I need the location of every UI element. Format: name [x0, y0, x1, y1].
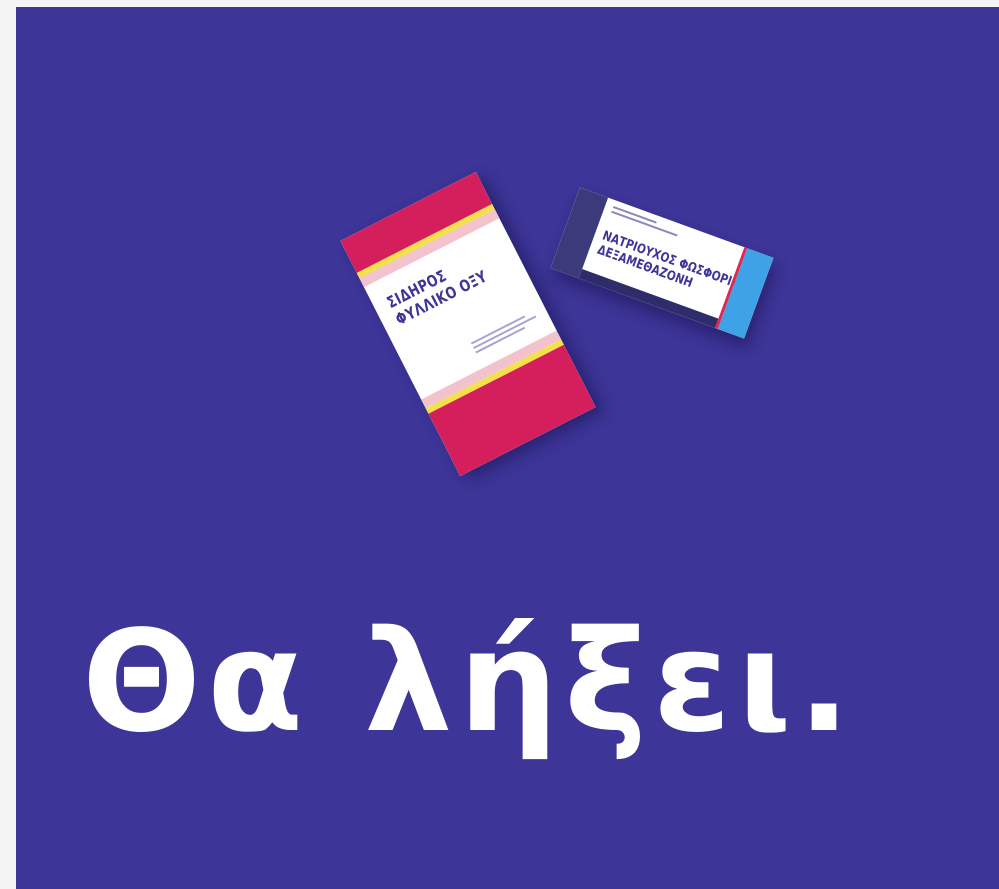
box-dark-end: [550, 187, 609, 279]
dexamethasone-box: ΝΑΤΡΙΟΥΧΟΣ ΦΩΣΦΟΡΙΚΗ ΔΕΞΑΜΕΘΑΖΟΝΗ: [550, 187, 774, 339]
iron-folic-acid-box: ΣΙΔΗΡΟΣ ΦΥΛΛΙΚΟ ΟΞΥ: [340, 171, 596, 477]
image-frame: ΣΙΔΗΡΟΣ ΦΥΛΛΙΚΟ ΟΞΥ ΝΑΤΡΙΟΥΧΟΣ ΦΩΣΦΟΡΙΚΗ…: [16, 7, 999, 889]
fine-print: [611, 206, 679, 237]
headline: Θα λήξει.: [82, 601, 857, 764]
